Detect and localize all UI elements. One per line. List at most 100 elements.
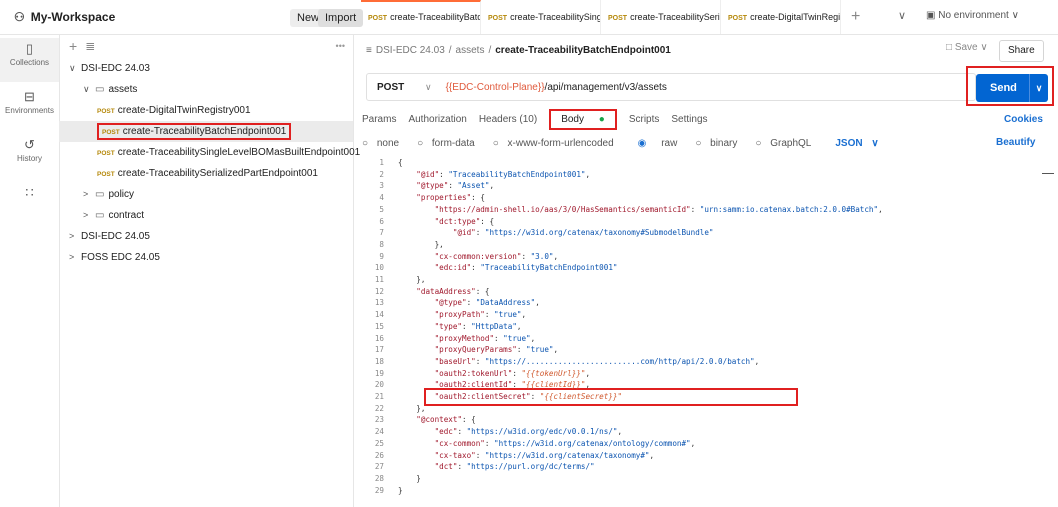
folder-item[interactable]: > FOSS EDC 24.05	[59, 247, 353, 268]
tree-label: create-TraceabilitySingleLevelBOMasBuilt…	[117, 147, 361, 158]
radio-graphql[interactable]: ○ GraphQL	[755, 138, 817, 149]
workspace-switcher[interactable]: ⚇ My-Workspace	[14, 10, 115, 24]
scrollbar[interactable]	[1042, 166, 1054, 174]
format-select[interactable]: JSON ∨	[829, 138, 878, 149]
save-icon: □	[946, 42, 953, 53]
folder-icon: ▭	[95, 210, 105, 221]
code-editor[interactable]: 1 {2 "@id": "TraceabilityBatchEndpoint001…	[354, 156, 1058, 506]
rail-history[interactable]: ↺ History	[0, 138, 59, 178]
breadcrumb-folder[interactable]: assets	[456, 45, 485, 56]
radio-urlencoded[interactable]: ○ x-www-form-urlencoded	[493, 138, 620, 149]
request-tab[interactable]: POST create-TraceabilitySing	[481, 0, 601, 34]
tree-label: create-TraceabilitySerializedPartEndpoin…	[117, 168, 318, 179]
tab-body[interactable]: Body ●	[549, 108, 617, 130]
chevron-down-icon: ∨	[980, 42, 988, 53]
radio-none[interactable]: ○ none	[362, 138, 405, 149]
chevron-icon[interactable]: >	[69, 247, 81, 268]
chevron-icon[interactable]: >	[83, 205, 95, 226]
request-tab[interactable]: POST create-DigitalTwinRegi	[721, 0, 841, 34]
url-path[interactable]: /api/management/v3/assets	[545, 82, 667, 93]
filter-icon[interactable]: ≣	[85, 39, 95, 53]
line-number: 11	[374, 275, 384, 284]
line-number: 26	[374, 450, 384, 460]
url-variable[interactable]: {{EDC-Control-Plane}}	[446, 82, 545, 93]
line-number: 8	[379, 239, 384, 249]
left-rail: ▯ Collections ⊟ Environments ↺ History ∷	[0, 34, 60, 507]
add-icon[interactable]: +	[69, 38, 77, 54]
request-item[interactable]: POST create-TraceabilitySerializedPartEnd…	[59, 163, 353, 184]
share-button[interactable]: Share	[999, 40, 1044, 62]
line-number: 27	[374, 462, 384, 472]
http-icon: ≡	[366, 45, 372, 56]
rail-apps[interactable]: ∷	[0, 186, 59, 226]
code-line: "@id": "https://w3id.org/catenax/taxonom…	[452, 228, 714, 238]
tab-params[interactable]: Params	[362, 114, 396, 125]
radio-form-data[interactable]: ○ form-data	[417, 138, 481, 149]
send-button[interactable]: Send ∨	[976, 74, 1048, 102]
chevron-down-icon[interactable]: ∨	[425, 82, 432, 93]
code-line: },	[398, 275, 426, 284]
tab-headers[interactable]: Headers (10)	[479, 114, 537, 125]
tree-label: FOSS EDC 24.05	[81, 252, 160, 263]
code-line: }	[398, 485, 403, 495]
request-item[interactable]: POST create-DigitalTwinRegistry001	[59, 100, 353, 121]
method-badge: POST	[102, 129, 120, 136]
chevron-icon[interactable]: >	[83, 184, 95, 205]
radio-binary[interactable]: ○ binary	[695, 138, 743, 149]
request-item[interactable]: POST create-TraceabilitySingleLevelBOMasB…	[59, 142, 360, 163]
code-line: "cx-taxo": "https://w3id.org/catenax/tax…	[434, 450, 655, 460]
tab-settings[interactable]: Settings	[671, 114, 707, 125]
code-line: "edc": "https://w3id.org/edc/v0.0.1/ns/"…	[434, 427, 623, 437]
environment-selector[interactable]: ▣ No environment ∨	[926, 10, 1019, 21]
body-mode-options: ○ none ○ form-data ○ x-www-form-urlencod…	[356, 133, 885, 153]
tree-label: policy	[108, 189, 135, 200]
save-button[interactable]: □ Save ∨	[946, 42, 988, 53]
collection-tree: ∨ DSI-EDC 24.03 ∨ ▭ assets POST create-Digital…	[59, 58, 360, 268]
code-line: "https://admin-shell.io/aas/3/0/HasSeman…	[434, 204, 883, 214]
environment-icon: ▣	[926, 10, 936, 21]
chevron-down-icon[interactable]: ∨	[1029, 74, 1048, 102]
folder-item[interactable]: > ▭ policy	[59, 184, 353, 205]
code-line: "cx-common": "https://w3id.org/catenax/o…	[434, 438, 696, 448]
line-number: 17	[374, 345, 384, 355]
request-item[interactable]: POST create-TraceabilityBatchEndpoint001	[59, 121, 353, 142]
beautify-button[interactable]: Beautify	[996, 137, 1035, 148]
chevron-icon[interactable]: >	[69, 226, 81, 247]
cookies-link[interactable]: Cookies	[1004, 114, 1043, 125]
line-number: 19	[374, 368, 384, 378]
code-line: "@type": "DataAddress",	[434, 298, 540, 308]
folder-item[interactable]: ∨ ▭ assets	[59, 79, 353, 100]
chevron-icon[interactable]: ∨	[69, 58, 81, 79]
line-number: 9	[379, 251, 384, 261]
breadcrumb-separator: /	[448, 45, 452, 56]
url-bar: POST ∨ {{EDC-Control-Plane}} /api/manage…	[366, 73, 976, 101]
radio-raw[interactable]: ◉ raw	[632, 138, 684, 149]
apps-icon: ∷	[25, 185, 34, 200]
tab-authorization[interactable]: Authorization	[408, 114, 466, 125]
rail-environments[interactable]: ⊟ Environments	[0, 90, 59, 130]
more-icon[interactable]: •••	[336, 41, 345, 51]
import-button[interactable]: Import	[318, 9, 364, 27]
tree-label: assets	[108, 84, 138, 95]
code-line: },	[398, 403, 426, 413]
request-name[interactable]: create-TraceabilityBatchEndpoint001	[495, 45, 671, 56]
folder-item[interactable]: ∨ DSI-EDC 24.03	[59, 58, 353, 79]
method-select[interactable]: POST	[367, 82, 425, 93]
new-tab-icon[interactable]: +	[841, 8, 870, 26]
line-number: 22	[374, 403, 384, 413]
tabs-dropdown-icon[interactable]: ∨	[898, 9, 906, 22]
folder-item[interactable]: > DSI-EDC 24.05	[59, 226, 353, 247]
line-number: 20	[374, 380, 384, 390]
request-tab[interactable]: POST create-TraceabilityBatc	[361, 0, 481, 34]
code-line: "@id": "TraceabilityBatchEndpoint001",	[416, 169, 591, 179]
line-number: 21	[374, 392, 384, 401]
tab-scripts[interactable]: Scripts	[629, 114, 660, 125]
rail-collections[interactable]: ▯ Collections	[0, 38, 59, 82]
history-icon: ↺	[24, 137, 35, 152]
tree-label: contract	[108, 210, 145, 221]
chevron-icon[interactable]: ∨	[83, 79, 95, 100]
line-number: 14	[374, 310, 384, 320]
breadcrumb-collection[interactable]: DSI-EDC 24.03	[376, 45, 445, 56]
folder-item[interactable]: > ▭ contract	[59, 205, 353, 226]
request-tab[interactable]: POST create-TraceabilitySeri	[601, 0, 721, 34]
